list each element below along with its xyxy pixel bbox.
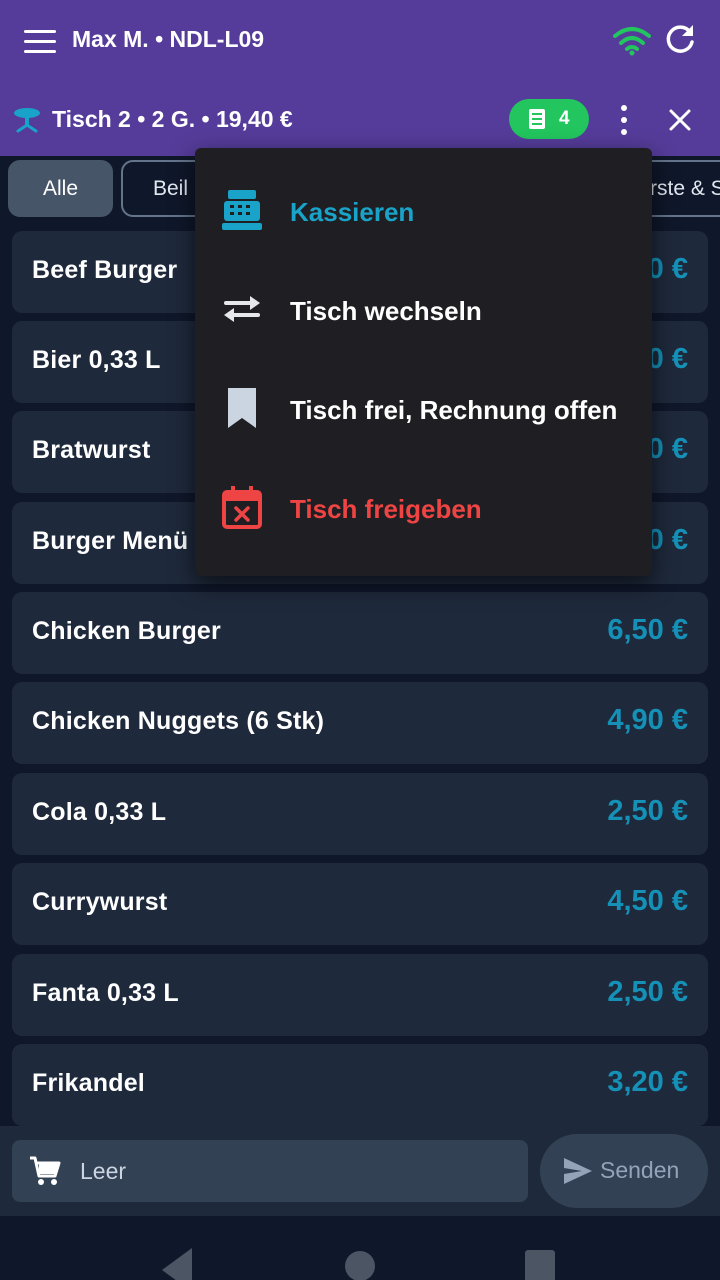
product-name: Chicken Nuggets (6 Stk)	[32, 707, 325, 735]
cart-bar: Leer Senden	[0, 1126, 720, 1216]
product-price: 4,50 €	[607, 885, 688, 917]
product-name: Beef Burger	[32, 256, 178, 284]
send-label: Senden	[600, 1157, 680, 1183]
product-price: 0 €	[647, 343, 688, 375]
menu-item-label: Tisch freigeben	[290, 494, 482, 524]
product-name: Currywurst	[32, 888, 168, 916]
bookmark-icon	[228, 388, 256, 428]
table-bar: Tisch 2 • 2 G. • 19,40 € 4	[0, 82, 720, 156]
product-price: 6,50 €	[607, 614, 688, 646]
open-orders-count: 4	[559, 108, 570, 129]
receipt-icon	[529, 109, 545, 129]
product-item[interactable]: Fanta 0,33 L 2,50 €	[12, 954, 708, 1036]
cash-register-icon	[222, 190, 262, 230]
app-bar-top-row: Max M. • NDL-L09	[0, 0, 720, 82]
overflow-menu: Kassieren Tisch wechseln Tisch frei, Rec…	[195, 148, 652, 576]
page-title: Max M. • NDL-L09	[72, 26, 265, 52]
menu-item-label: Tisch frei, Rechnung offen	[290, 395, 618, 425]
home-icon[interactable]	[345, 1251, 375, 1280]
open-orders-badge[interactable]: 4	[509, 99, 589, 139]
product-name: Bratwurst	[32, 436, 151, 464]
menu-icon[interactable]	[24, 28, 56, 56]
product-name: Fanta 0,33 L	[32, 979, 179, 1007]
wifi-icon	[613, 27, 651, 56]
product-name: Chicken Burger	[32, 617, 221, 645]
product-item[interactable]: Currywurst 4,50 €	[12, 863, 708, 945]
menu-item-tisch-freigeben[interactable]: Tisch freigeben	[195, 461, 652, 560]
cart-status: Leer	[80, 1158, 127, 1184]
product-name: Cola 0,33 L	[32, 798, 167, 826]
cart-summary[interactable]: Leer	[12, 1140, 528, 1202]
menu-item-tisch-frei-rechnung-offen[interactable]: Tisch frei, Rechnung offen	[195, 362, 652, 461]
table-info: Tisch 2 • 2 G. • 19,40 €	[52, 106, 293, 132]
back-icon[interactable]	[160, 1248, 200, 1280]
product-name: Bier 0,33 L	[32, 346, 161, 374]
product-price: 2,50 €	[607, 795, 688, 827]
product-item[interactable]: Frikandel 3,20 €	[12, 1044, 708, 1126]
swap-icon	[224, 296, 260, 322]
table-icon	[14, 108, 40, 133]
menu-item-label: Kassieren	[290, 197, 415, 227]
product-price: 3,20 €	[607, 1066, 688, 1098]
cart-icon	[30, 1156, 61, 1185]
product-price: 2,50 €	[607, 976, 688, 1008]
system-nav-bar	[0, 1216, 720, 1280]
close-icon[interactable]	[664, 104, 696, 136]
calendar-remove-icon	[222, 486, 262, 529]
product-name: Burger Menü	[32, 527, 189, 555]
send-icon	[564, 1158, 592, 1184]
app-bar: Max M. • NDL-L09 Tisch 2 • 2 G. • 19,40 …	[0, 0, 720, 156]
menu-item-kassieren[interactable]: Kassieren	[195, 164, 652, 263]
product-price: 0 €	[647, 524, 688, 556]
product-name: Frikandel	[32, 1069, 145, 1097]
product-item[interactable]: Chicken Nuggets (6 Stk) 4,90 €	[12, 682, 708, 764]
menu-item-label: Tisch wechseln	[290, 296, 482, 326]
product-price: 0 €	[647, 253, 688, 285]
send-button[interactable]: Senden	[540, 1134, 708, 1208]
product-price: 0 €	[647, 433, 688, 465]
chip-alle[interactable]: Alle	[8, 160, 113, 217]
more-vertical-icon[interactable]	[610, 104, 638, 136]
product-item[interactable]: Cola 0,33 L 2,50 €	[12, 773, 708, 855]
recent-apps-icon[interactable]	[525, 1250, 555, 1280]
product-price: 4,90 €	[607, 704, 688, 736]
product-item[interactable]: Chicken Burger 6,50 €	[12, 592, 708, 674]
menu-item-tisch-wechseln[interactable]: Tisch wechseln	[195, 263, 652, 362]
refresh-icon[interactable]	[662, 22, 698, 58]
